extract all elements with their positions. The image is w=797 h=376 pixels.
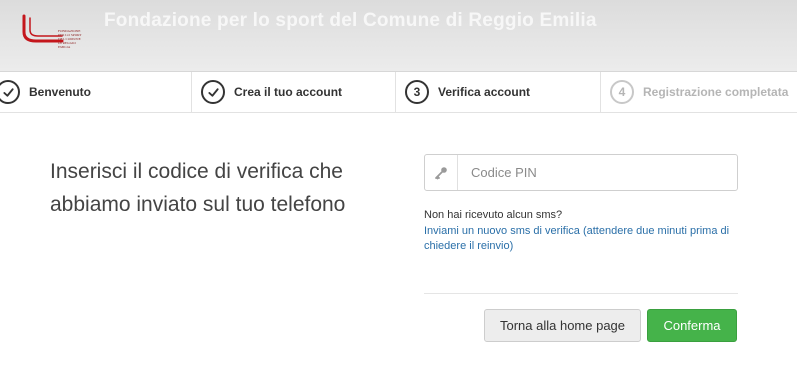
key-icon xyxy=(425,155,458,190)
verification-instruction: Inserisci il codice di verifica che abbi… xyxy=(50,160,346,216)
step-crea-account: Crea il tuo account xyxy=(192,72,396,112)
site-header: FONDAZIONE PER LO SPORT DEL COMUNE DI RE… xyxy=(0,0,797,72)
step-benvenuto: Benvenuto xyxy=(0,72,192,112)
step-number-3: 3 xyxy=(405,80,429,104)
no-sms-text: Non hai ricevuto alcun sms? xyxy=(424,209,563,221)
step-label: Registrazione completata xyxy=(643,85,789,99)
divider xyxy=(424,293,738,294)
step-label: Benvenuto xyxy=(29,85,92,99)
step-number-4: 4 xyxy=(610,80,634,104)
step-verifica-account: 3 Verifica account xyxy=(396,72,601,112)
pin-field xyxy=(424,154,738,191)
check-icon xyxy=(0,80,20,104)
pin-input[interactable] xyxy=(458,155,737,190)
site-title: Fondazione per lo sport del Comune di Re… xyxy=(104,10,597,31)
logo-text: FONDAZIONE PER LO SPORT DEL COMUNE DI RE… xyxy=(58,29,82,49)
resend-sms-link[interactable]: Inviami un nuovo sms di verifica (attend… xyxy=(424,224,744,254)
registration-steps: Benvenuto Crea il tuo account 3 Verifica… xyxy=(0,72,797,113)
step-registrazione-completata: 4 Registrazione completata xyxy=(601,72,797,112)
step-label: Crea il tuo account xyxy=(234,85,343,99)
confirm-button[interactable]: Conferma xyxy=(647,309,737,342)
step-label: Verifica account xyxy=(438,85,531,99)
logo[interactable]: FONDAZIONE PER LO SPORT DEL COMUNE DI RE… xyxy=(22,14,81,49)
home-button[interactable]: Torna alla home page xyxy=(484,309,641,342)
check-icon xyxy=(201,80,225,104)
